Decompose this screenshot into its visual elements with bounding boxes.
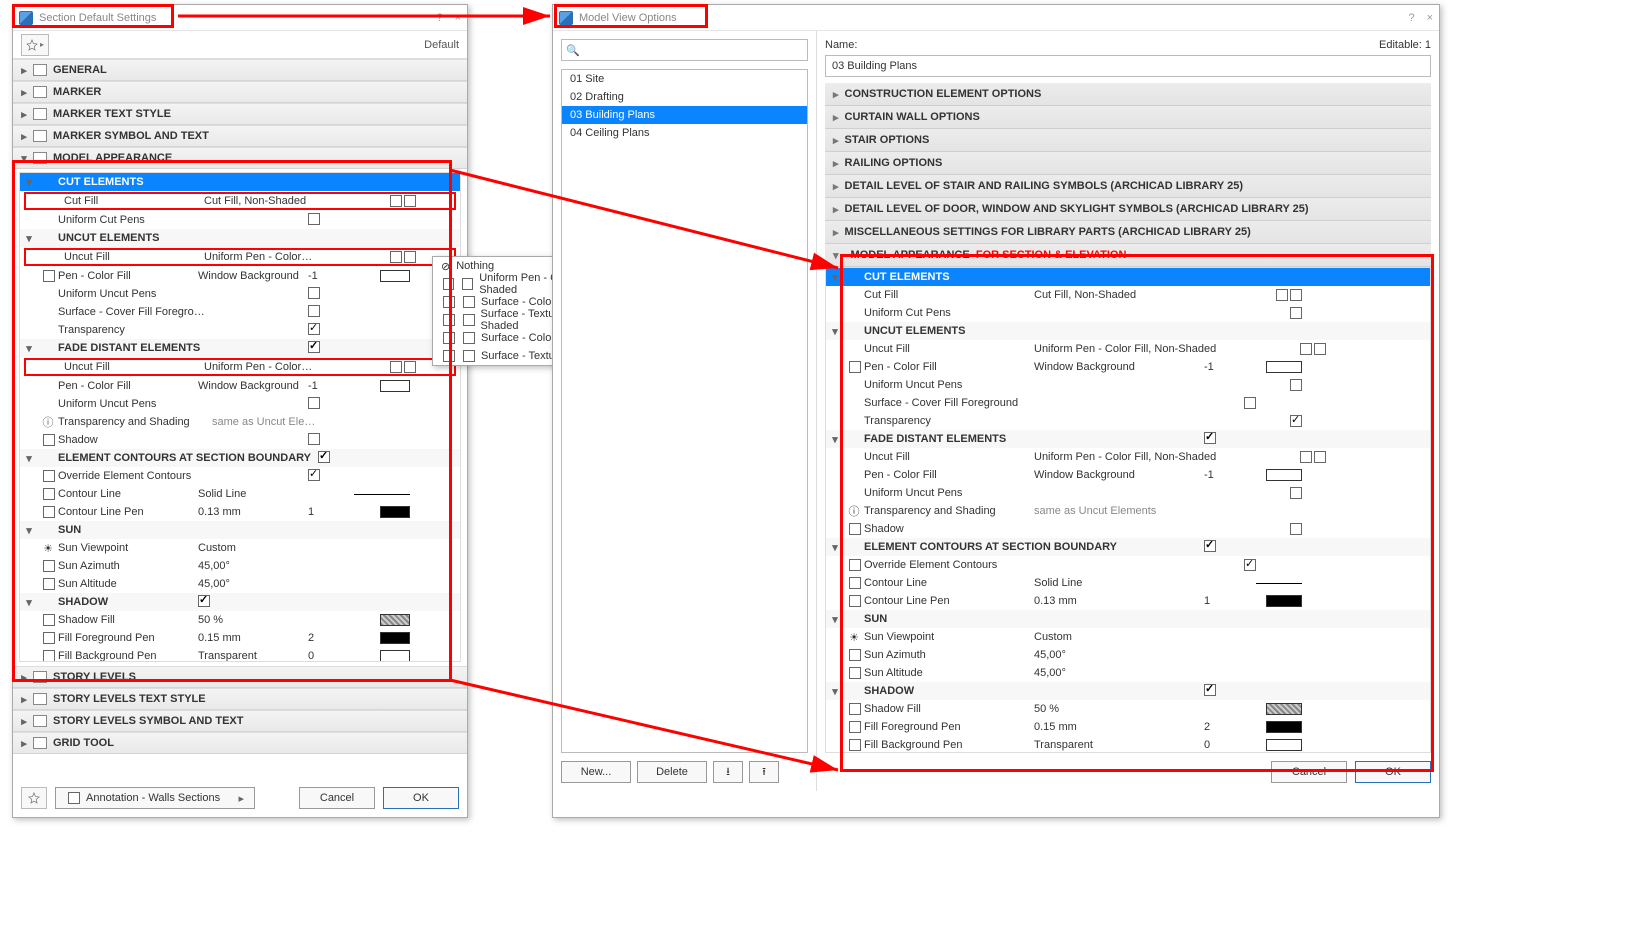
new-button[interactable]: New... [561,761,631,783]
panel-marker[interactable]: ▸MARKER [13,81,467,103]
panel-general[interactable]: ▸GENERAL [13,59,467,81]
favorites-button[interactable]: ▸ [21,34,49,56]
mvo-left-col: 🔍 01 Site 02 Drafting 03 Building Plans … [553,31,817,791]
name-label: Name: [825,39,857,51]
chevron-right-icon: ▸ [19,64,29,77]
panel-icon [33,737,47,749]
panel[interactable]: ▸CONSTRUCTION ELEMENT OPTIONS [825,83,1431,106]
list-item[interactable]: 01 Site [562,70,807,88]
import-button[interactable]: ⭳ [713,761,743,783]
copy-icon [463,332,475,344]
cancel-button[interactable]: Cancel [299,787,375,809]
chevron-right-icon: ▸ [19,86,29,99]
panel-icon [33,108,47,120]
panel-icon [33,693,47,705]
name-field[interactable]: 03 Building Plans [825,55,1431,77]
help-button[interactable]: ? [1408,12,1414,24]
editable-label: Editable: 1 [1379,39,1431,51]
panel-story-levels-symbol-text[interactable]: ▸STORY LEVELS SYMBOL AND TEXT [13,710,467,732]
chevron-down-icon: ▸ [40,40,44,49]
default-label: Default [424,39,459,51]
panel-icon [33,64,47,76]
favorites-button[interactable] [21,787,47,809]
chevron-right-icon: ▸ [19,737,29,750]
annotation-box [554,4,708,28]
chevron-right-icon: ▸ [833,203,839,216]
annotation-box [12,4,174,28]
copy-icon [462,278,473,290]
chevron-right-icon: ▸ [833,134,839,147]
chevron-right-icon: ▸ [19,108,29,121]
annotation-box [840,254,1434,772]
favorite-select[interactable]: Annotation - Walls Sections▸ [55,787,255,809]
panel-grid-tool[interactable]: ▸GRID TOOL [13,732,467,754]
tag-icon [68,792,80,804]
ok-button[interactable]: OK [383,787,459,809]
chevron-right-icon: ▸ [19,693,29,706]
annotation-box [12,160,452,682]
panel-icon [33,86,47,98]
delete-button[interactable]: Delete [637,761,707,783]
import-icon: ⭳ [726,763,730,782]
search-input[interactable] [584,40,794,60]
chevron-down-icon: ▾ [833,249,839,262]
panel-icon [33,715,47,727]
panel[interactable]: ▸RAILING OPTIONS [825,152,1431,175]
star-icon [28,792,40,804]
list-item[interactable]: 03 Building Plans [562,106,807,124]
chevron-right-icon: ▸ [833,88,839,101]
star-icon [26,39,38,51]
copy-icon [463,314,475,326]
close-button[interactable]: × [1427,12,1433,24]
panel-icon [33,130,47,142]
panel-marker-symbol-text[interactable]: ▸MARKER SYMBOL AND TEXT [13,125,467,147]
chevron-right-icon: ▸ [833,226,839,239]
chevron-right-icon: ▸ [19,715,29,728]
panel-story-levels-text-style[interactable]: ▸STORY LEVELS TEXT STYLE [13,688,467,710]
mvo-list[interactable]: 01 Site 02 Drafting 03 Building Plans 04… [561,69,808,753]
copy-icon [463,296,475,308]
export-button[interactable]: ⭱ [749,761,779,783]
list-item[interactable]: 04 Ceiling Plans [562,124,807,142]
export-icon: ⭱ [762,763,766,782]
search-field[interactable]: 🔍 [561,39,808,61]
chevron-down-icon: ▸ [238,792,244,805]
panel[interactable]: ▸DETAIL LEVEL OF STAIR AND RAILING SYMBO… [825,175,1431,198]
footer: Annotation - Walls Sections▸ Cancel OK [21,787,459,809]
chevron-right-icon: ▸ [833,111,839,124]
close-button[interactable]: × [455,12,461,24]
chevron-right-icon: ▸ [19,130,29,143]
search-icon: 🔍 [562,44,584,57]
panel-marker-text-style[interactable]: ▸MARKER TEXT STYLE [13,103,467,125]
panel[interactable]: ▸CURTAIN WALL OPTIONS [825,106,1431,129]
chevron-right-icon: ▸ [833,180,839,193]
panel[interactable]: ▸STAIR OPTIONS [825,129,1431,152]
chevron-right-icon: ▸ [833,157,839,170]
panel[interactable]: ▸DETAIL LEVEL OF DOOR, WINDOW AND SKYLIG… [825,198,1431,221]
help-button[interactable]: ? [436,12,442,24]
list-item[interactable]: 02 Drafting [562,88,807,106]
panel[interactable]: ▸MISCELLANEOUS SETTINGS FOR LIBRARY PART… [825,221,1431,244]
copy-icon [463,350,475,362]
